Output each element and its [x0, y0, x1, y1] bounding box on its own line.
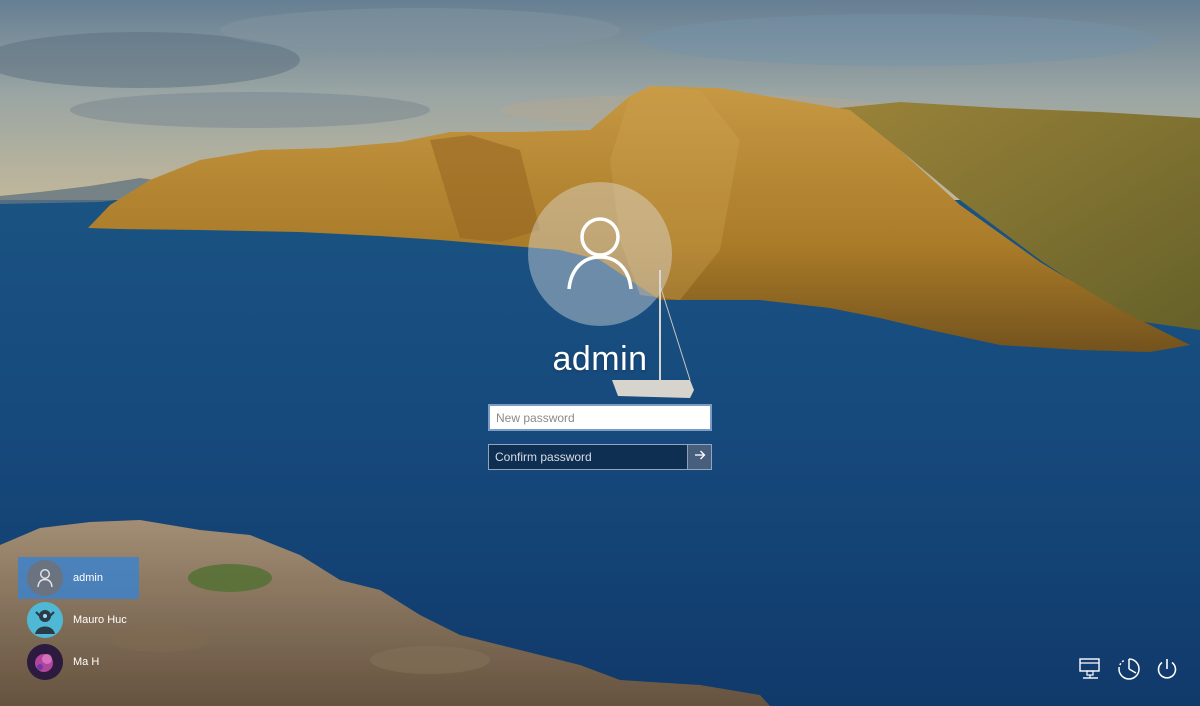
- confirm-password-field[interactable]: [489, 445, 687, 469]
- user-item-ma-h[interactable]: Ma H: [18, 641, 139, 683]
- arrow-right-icon: [694, 448, 706, 466]
- user-photo-avatar: [27, 644, 63, 680]
- user-name-label: Mauro Huc: [73, 614, 127, 626]
- username-label: admin: [552, 340, 648, 378]
- user-switcher-list: admin Mauro Huc Ma H: [18, 557, 139, 683]
- user-name-label: admin: [73, 572, 103, 584]
- new-password-field[interactable]: [488, 404, 712, 431]
- power-button[interactable]: [1154, 656, 1180, 686]
- user-photo-avatar: [27, 602, 63, 638]
- submit-button[interactable]: [687, 445, 711, 469]
- network-icon: [1078, 657, 1104, 686]
- user-silhouette-icon: [565, 213, 635, 296]
- user-avatar: [528, 182, 672, 326]
- ease-of-access-icon: [1116, 656, 1142, 687]
- user-name-label: Ma H: [73, 656, 100, 668]
- user-silhouette-icon: [27, 560, 63, 596]
- network-button[interactable]: [1078, 656, 1104, 686]
- power-icon: [1155, 657, 1179, 686]
- system-tray: [1078, 656, 1180, 686]
- confirm-password-box: [488, 444, 712, 470]
- user-item-admin[interactable]: admin: [18, 557, 139, 599]
- ease-of-access-button[interactable]: [1116, 656, 1142, 686]
- user-item-mauro-huc[interactable]: Mauro Huc: [18, 599, 139, 641]
